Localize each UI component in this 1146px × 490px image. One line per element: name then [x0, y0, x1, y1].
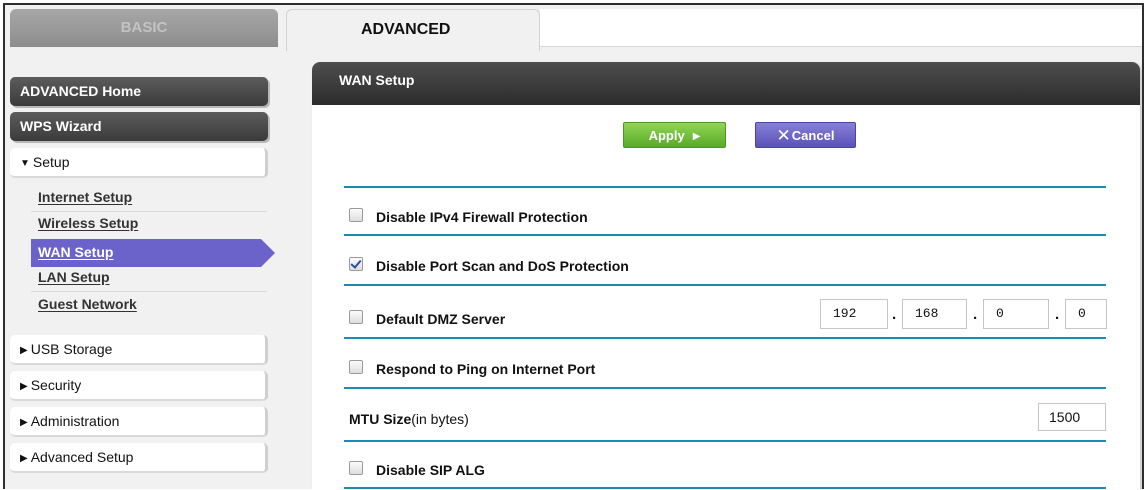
disable-sip-alg-checkbox[interactable] [349, 461, 363, 475]
tab-bar-background [540, 9, 1142, 47]
cancel-button-label: Cancel [791, 128, 835, 143]
apply-button[interactable]: Apply ▶ [623, 122, 726, 148]
router-admin-frame: BASIC ADVANCED ADVANCED Home WPS Wizard … [3, 3, 1144, 489]
ip-dot: . [973, 306, 978, 323]
expanded-triangle-icon: ▼ [20, 158, 30, 169]
mtu-size-unit: (in bytes) [411, 411, 469, 427]
play-arrow-icon: ▶ [692, 131, 701, 142]
nav-usb-storage[interactable]: ▶ USB Storage [10, 335, 268, 365]
panel-title: WAN Setup [312, 62, 1140, 105]
nav-lan-setup[interactable]: LAN Setup [38, 269, 110, 285]
ip-dot: . [892, 306, 897, 323]
nav-administration[interactable]: ▶ Administration [10, 407, 268, 437]
nav-separator [31, 291, 267, 292]
nav-advanced-home[interactable]: ADVANCED Home [10, 77, 268, 106]
disable-port-scan-label: Disable Port Scan and DoS Protection [376, 258, 629, 274]
default-dmz-label: Default DMZ Server [376, 311, 506, 327]
collapsed-triangle-icon: ▶ [20, 453, 28, 464]
mtu-size-label: MTU Size(in bytes) [349, 411, 469, 427]
dmz-ip-octet-3[interactable]: 0 [983, 299, 1049, 329]
section-divider [344, 440, 1106, 442]
ip-dot: . [1055, 306, 1060, 323]
nav-guest-network[interactable]: Guest Network [38, 296, 137, 312]
tab-bar-divider [540, 46, 1142, 47]
disable-port-scan-checkbox[interactable] [349, 257, 363, 271]
apply-button-label: Apply [648, 128, 685, 143]
nav-advanced-setup[interactable]: ▶ Advanced Setup [10, 443, 268, 473]
dmz-ip-octet-1[interactable]: 192 [820, 299, 888, 329]
dmz-ip-octet-4[interactable]: 0 [1065, 299, 1107, 329]
section-divider [344, 186, 1106, 188]
mtu-size-label-text: MTU Size [349, 411, 412, 427]
tab-basic[interactable]: BASIC [10, 9, 278, 47]
default-dmz-checkbox[interactable] [349, 310, 363, 324]
section-divider [344, 487, 1106, 489]
section-divider [344, 387, 1106, 389]
respond-ping-label: Respond to Ping on Internet Port [376, 361, 596, 377]
nav-setup[interactable]: ▼ Setup [10, 148, 268, 178]
disable-ipv4-firewall-label: Disable IPv4 Firewall Protection [376, 209, 588, 225]
collapsed-triangle-icon: ▶ [20, 345, 28, 356]
nav-security-label: Security [30, 377, 82, 393]
collapsed-triangle-icon: ▶ [20, 381, 28, 392]
collapsed-triangle-icon: ▶ [20, 417, 28, 428]
nav-setup-label: Setup [32, 154, 70, 170]
disable-sip-alg-label: Disable SIP ALG [376, 462, 485, 478]
respond-ping-checkbox[interactable] [349, 360, 363, 374]
nav-wps-wizard[interactable]: WPS Wizard [10, 112, 268, 141]
cancel-button[interactable]: ✕Cancel [755, 122, 856, 148]
section-divider [344, 234, 1106, 236]
nav-wan-setup[interactable]: WAN Setup [38, 244, 113, 260]
nav-internet-setup[interactable]: Internet Setup [38, 189, 132, 205]
section-divider [344, 284, 1106, 286]
disable-ipv4-firewall-checkbox[interactable] [349, 208, 363, 222]
nav-advanced-setup-label: Advanced Setup [30, 449, 134, 465]
nav-wireless-setup[interactable]: Wireless Setup [38, 215, 138, 231]
section-divider [344, 337, 1106, 339]
mtu-size-input[interactable]: 1500 [1038, 403, 1106, 431]
close-x-icon: ✕ [776, 126, 791, 145]
wan-setup-panel: WAN Setup Apply ▶ ✕Cancel Disable IPv4 Fi… [312, 62, 1140, 489]
nav-usb-storage-label: USB Storage [30, 341, 113, 357]
nav-security[interactable]: ▶ Security [10, 371, 268, 401]
dmz-ip-octet-2[interactable]: 168 [902, 299, 967, 329]
active-pointer-icon [261, 239, 275, 267]
nav-separator [31, 211, 267, 212]
nav-administration-label: Administration [30, 413, 120, 429]
tab-advanced[interactable]: ADVANCED [286, 9, 540, 51]
